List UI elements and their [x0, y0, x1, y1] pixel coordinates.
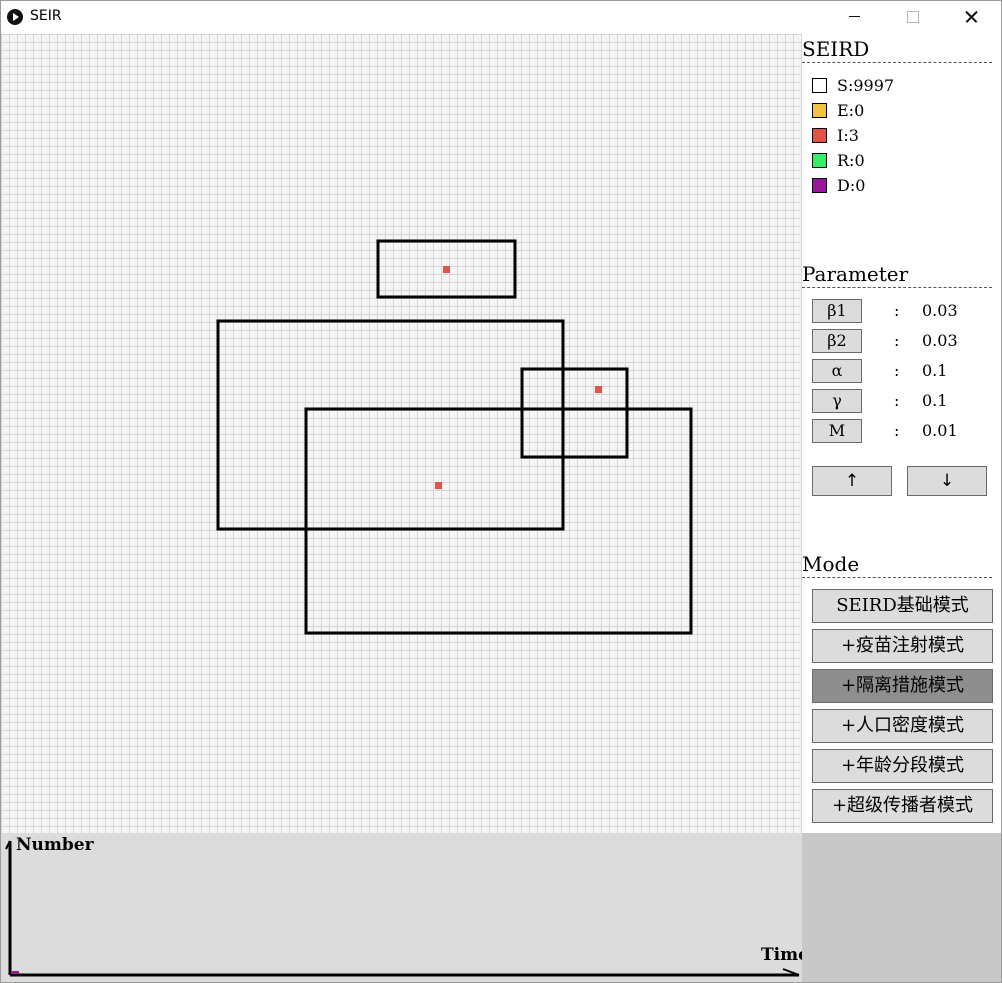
seird-heading: SEIRD	[802, 37, 992, 63]
param-beta2-value: 0.03	[922, 331, 958, 350]
param-colon: :	[894, 361, 900, 380]
title-bar[interactable]: SEIR	[1, 1, 1001, 33]
simulation-svg	[216, 239, 693, 635]
close-button[interactable]	[947, 1, 993, 33]
mode-vaccine-button[interactable]: +疫苗注射模式	[812, 629, 993, 663]
param-alpha-value: 0.1	[922, 361, 948, 380]
param-gamma-value: 0.1	[922, 391, 948, 410]
decrease-button[interactable]: ↓	[907, 466, 987, 496]
legend-label-d: D:0	[837, 176, 866, 195]
param-beta2-button[interactable]: β2	[812, 329, 862, 353]
chart-y-label: Number	[16, 835, 94, 855]
bottom-right-panel	[802, 833, 1001, 982]
swatch-s	[812, 77, 827, 93]
parameter-heading: Parameter	[802, 262, 992, 288]
legend-item-e: E:0	[812, 102, 864, 120]
mode-quarantine-button[interactable]: +隔离措施模式	[812, 669, 993, 703]
param-colon: :	[894, 331, 900, 350]
param-colon: :	[894, 391, 900, 410]
param-beta1-button[interactable]: β1	[812, 299, 862, 323]
legend-label-r: R:0	[837, 151, 865, 170]
play-icon	[7, 9, 23, 25]
param-m-button[interactable]: M	[812, 419, 862, 443]
swatch-d	[812, 177, 827, 193]
param-m-value: 0.01	[922, 421, 958, 440]
simulation-canvas[interactable]	[1, 34, 802, 833]
window-title: SEIR	[30, 8, 62, 24]
maximize-button[interactable]	[889, 1, 935, 33]
swatch-i	[812, 127, 827, 143]
increase-button[interactable]: ↑	[812, 466, 892, 496]
app-window: SEIR SEIRD S:9997 E:0 I:3 R:0 D:0 Parame…	[0, 0, 1002, 983]
population-chart: Number Time	[1, 833, 809, 982]
mode-basic-button[interactable]: SEIRD基础模式	[812, 589, 993, 623]
swatch-r	[812, 152, 827, 168]
mode-superspreader-button[interactable]: +超级传播者模式	[812, 789, 993, 823]
infected-dot	[595, 386, 602, 393]
zone-rect	[304, 407, 693, 635]
legend-item-d: D:0	[812, 177, 865, 195]
legend-label-i: I:3	[837, 126, 859, 145]
legend-label-e: E:0	[837, 101, 865, 120]
infected-dot	[435, 482, 442, 489]
param-colon: :	[894, 421, 900, 440]
legend-item-s: S:9997	[812, 77, 894, 95]
chart-axes	[5, 840, 800, 977]
param-alpha-button[interactable]: α	[812, 359, 862, 383]
infected-dot	[443, 266, 450, 273]
mode-density-button[interactable]: +人口密度模式	[812, 709, 993, 743]
legend-item-i: I:3	[812, 127, 859, 145]
chart-series-mark	[11, 971, 19, 974]
minimize-button[interactable]	[831, 1, 877, 33]
mode-age-button[interactable]: +年龄分段模式	[812, 749, 993, 783]
zone-rect	[216, 319, 565, 531]
param-beta1-value: 0.03	[922, 301, 958, 320]
legend-item-r: R:0	[812, 152, 865, 170]
param-gamma-button[interactable]: γ	[812, 389, 862, 413]
legend-label-s: S:9997	[837, 76, 895, 95]
swatch-e	[812, 102, 827, 118]
zone-rect	[520, 367, 629, 459]
control-panel: SEIRD S:9997 E:0 I:3 R:0 D:0 Parameter β…	[802, 34, 1001, 833]
mode-heading: Mode	[802, 552, 992, 578]
param-colon: :	[894, 301, 900, 320]
